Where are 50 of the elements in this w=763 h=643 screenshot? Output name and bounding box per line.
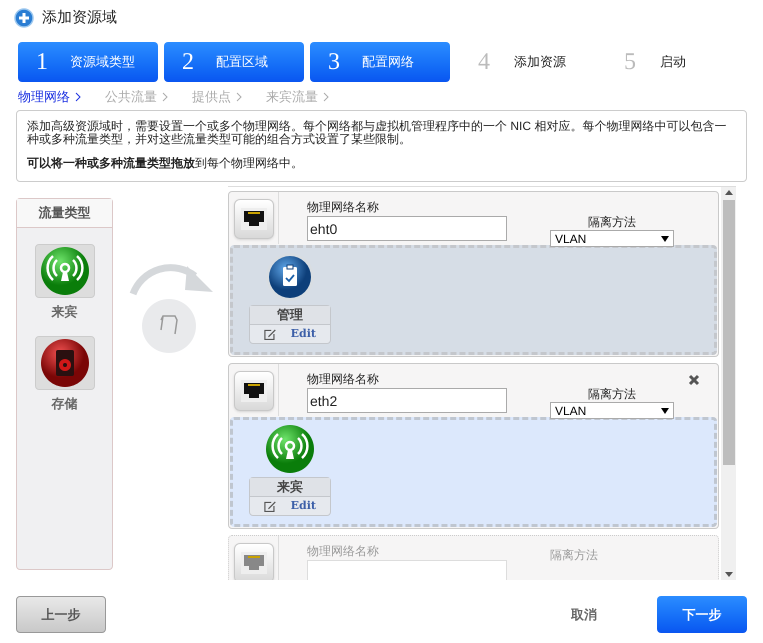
isolation-select[interactable]: VLAN xyxy=(550,230,674,247)
traffic-type-label: 存储 xyxy=(52,394,78,412)
chevron-right-icon xyxy=(323,92,329,102)
step-number: 3 xyxy=(328,48,340,77)
field-label: 隔离方法 xyxy=(588,215,636,229)
substep-link[interactable]: 物理网络 xyxy=(18,87,70,107)
isolation-select[interactable]: VLAN xyxy=(550,402,674,419)
description-note: 可以将一种或多种流量类型拖放到每个物理网络中。 xyxy=(27,155,304,172)
field-label: 物理网络名称 xyxy=(307,372,380,386)
chevron-right-icon xyxy=(75,92,81,102)
close-icon[interactable] xyxy=(688,374,700,386)
network-name-field[interactable]: eth2 xyxy=(307,388,507,413)
field-label: 物理网络名称 xyxy=(307,544,380,558)
traffic-type-label: 来宾 xyxy=(250,478,330,497)
edit-link[interactable]: Edit xyxy=(290,326,316,342)
window-title: 添加资源域 xyxy=(42,8,117,28)
traffic-type-card[interactable]: 来宾 Edit xyxy=(249,477,331,516)
field-label: 隔离方法 xyxy=(588,387,636,401)
chevron-right-icon xyxy=(236,92,242,102)
field-label: 隔离方法 xyxy=(550,548,598,562)
field-label: 物理网络名称 xyxy=(307,200,380,214)
add-icon xyxy=(14,8,34,28)
traffic-type-label: 来宾 xyxy=(52,303,78,321)
ethernet-port-icon xyxy=(234,371,274,411)
back-button[interactable]: 上一步 xyxy=(16,596,106,633)
step-number: 1 xyxy=(36,48,48,77)
scrollbar[interactable] xyxy=(721,187,736,580)
edit-icon xyxy=(264,328,277,340)
panel-title: 流量类型 xyxy=(17,199,112,228)
broadcast-icon xyxy=(40,246,90,296)
step-label: 资源域类型 xyxy=(70,53,135,72)
ethernet-port-icon xyxy=(234,199,274,239)
traffic-type-card[interactable]: 管理 Edit xyxy=(249,305,331,344)
description-text: 添加高级资源域时，需要设置一个或多个物理网络。每个网络都与虚拟机管理程序中的一个 NIC 相对应。每个物理网络中可以包含一种或多种流量类型，并对这些流量类型可能的组合方式设置了某些限制。 xyxy=(27,120,728,146)
network-name-field[interactable]: eht0 xyxy=(307,216,507,241)
storage-disk-icon xyxy=(40,338,90,388)
edit-link[interactable]: Edit xyxy=(290,498,316,514)
step-label: 添加资源 xyxy=(514,53,566,72)
traffic-type-label: 管理 xyxy=(250,306,330,325)
broadcast-icon xyxy=(265,424,315,474)
step-number: 4 xyxy=(478,48,490,77)
step-label: 启动 xyxy=(660,53,686,72)
edit-icon xyxy=(264,500,277,512)
cancel-button[interactable]: 取消 xyxy=(559,596,609,633)
step-number: 5 xyxy=(624,48,636,77)
chevron-right-icon xyxy=(162,92,168,102)
step-label: 配置区域 xyxy=(216,53,268,72)
step-label: 配置网络 xyxy=(362,53,414,72)
step-number: 2 xyxy=(182,48,194,77)
next-button[interactable]: 下一步 xyxy=(657,596,747,633)
